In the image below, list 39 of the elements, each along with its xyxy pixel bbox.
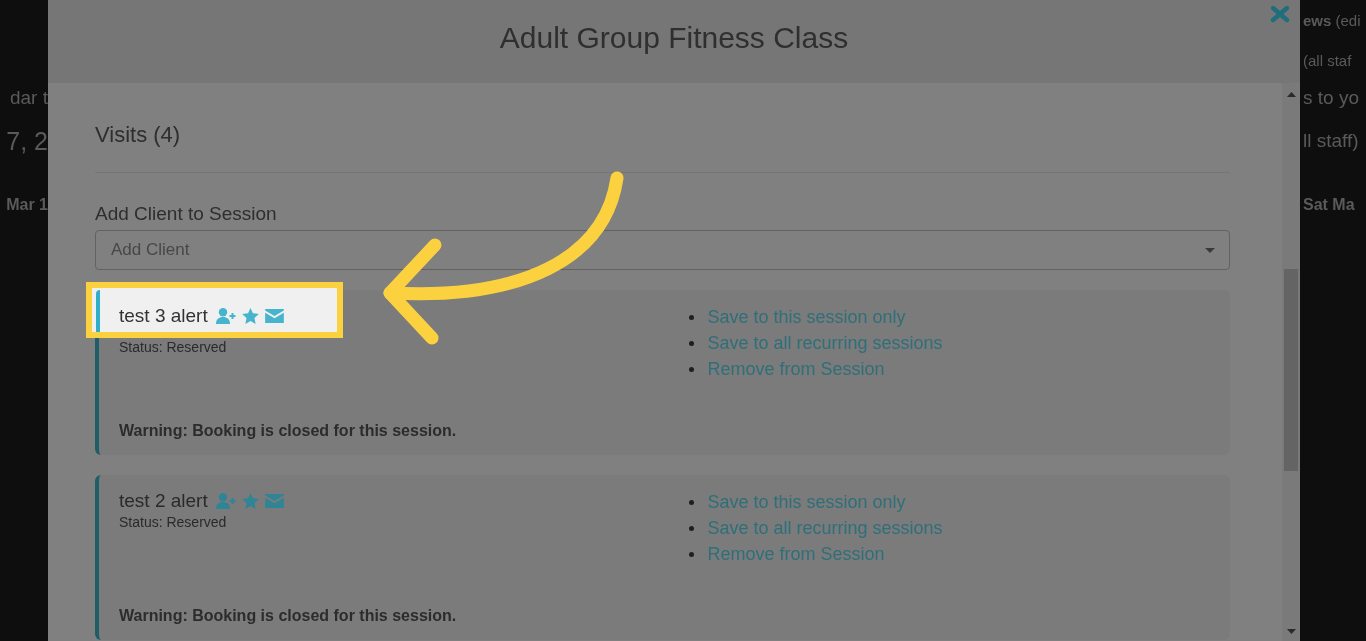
action-link[interactable]: Save to this session only xyxy=(707,491,906,513)
scroll-up-icon[interactable] xyxy=(1286,92,1296,97)
client-name: test 2 alert xyxy=(119,489,208,513)
action-link[interactable]: Save to all recurring sessions xyxy=(707,332,943,354)
warning-text: Warning: Booking is closed for this session. xyxy=(119,421,458,441)
background-text: s to yo xyxy=(1303,87,1359,109)
star-icon xyxy=(241,493,259,509)
star-icon xyxy=(241,308,259,324)
client-select-field[interactable]: Add Client xyxy=(95,230,1230,270)
client-name: test 3 alert xyxy=(119,304,208,328)
background-text: 7, 2 xyxy=(6,126,48,156)
user-plus-icon xyxy=(215,493,236,509)
action-link[interactable]: Remove from Session xyxy=(707,543,885,565)
background-text: Mar 1 xyxy=(6,196,48,214)
status-text: Status: Reserved xyxy=(119,513,227,531)
status-text: Status: Reserved xyxy=(119,338,227,356)
user-plus-icon xyxy=(215,308,236,324)
bullet-icon xyxy=(688,525,694,531)
background-text: ll staff) xyxy=(1303,130,1359,152)
warning-text: Warning: Booking is closed for this session. xyxy=(119,606,458,626)
action-link[interactable]: Save to all recurring sessions xyxy=(707,517,943,539)
section-heading: Visits (4) xyxy=(95,122,182,148)
background-text: Sat Ma xyxy=(1303,196,1355,214)
bullet-icon xyxy=(688,314,694,320)
bullet-icon xyxy=(688,499,694,505)
background-text: ews (edi xyxy=(1303,12,1361,29)
bullet-icon xyxy=(688,551,694,557)
background-text: dar t xyxy=(9,87,48,109)
caret-icon[interactable] xyxy=(1205,248,1215,253)
scroll-down-icon[interactable] xyxy=(1286,629,1296,634)
bullet-icon xyxy=(688,340,694,346)
action-link[interactable]: Remove from Session xyxy=(707,358,885,380)
envelope-icon xyxy=(264,309,284,323)
bullet-icon xyxy=(688,366,694,372)
modal-title: Adult Group Fitness Class xyxy=(499,20,849,56)
action-link[interactable]: Save to this session only xyxy=(707,306,906,328)
background-text: (all staf xyxy=(1303,51,1352,69)
field-label: Add Client to Session xyxy=(95,203,278,225)
envelope-icon xyxy=(264,494,284,508)
